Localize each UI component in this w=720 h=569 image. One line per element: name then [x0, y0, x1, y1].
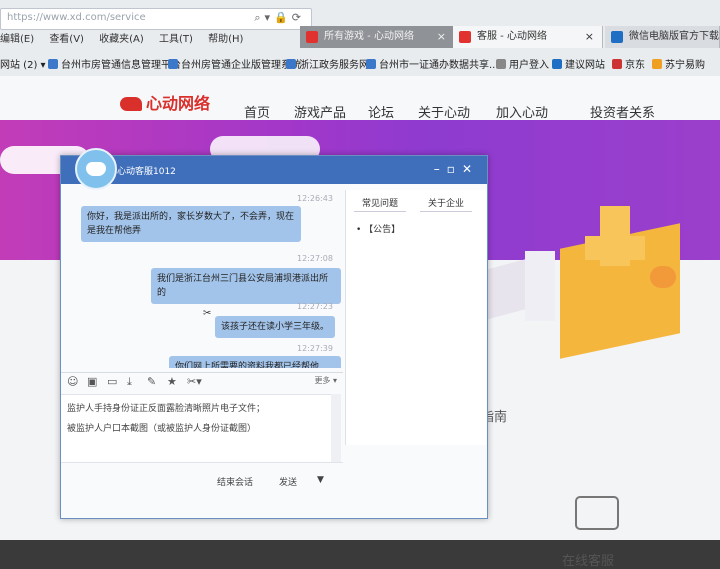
chat-side-panel: 常见问题 关于企业 • 【公告】	[345, 190, 486, 445]
menu-tools[interactable]: 工具(T)	[159, 34, 193, 45]
input-line: 被监护人户口本截图（或被监护人身份证截图）	[67, 424, 257, 434]
end-chat-button[interactable]: 结束会话	[217, 475, 253, 488]
tab-all-games[interactable]: 所有游戏 - 心动网络 ×	[300, 26, 455, 48]
star-icon[interactable]: ★	[167, 375, 177, 388]
nav-home[interactable]: 首页	[244, 102, 270, 121]
bookmark-item[interactable]: 台州市房管通信息管理平台	[48, 56, 181, 71]
mouse-cursor-icon: ✂	[203, 308, 212, 319]
page-icon	[168, 59, 178, 69]
download-icon[interactable]: ⤓	[127, 375, 132, 389]
bookmark-item[interactable]: 浙江政务服务网	[286, 56, 369, 71]
image-icon[interactable]: ▣	[87, 375, 97, 388]
bookmark-item[interactable]: 台州房管通企业版管理系统	[168, 56, 301, 71]
illustration-tower	[525, 251, 555, 321]
message-time: 12:26:43	[297, 194, 333, 203]
address-bar-icons[interactable]: ⌕▾🔒⟳	[254, 11, 305, 25]
message-time: 12:27:23	[297, 302, 333, 311]
nav-games[interactable]: 游戏产品	[294, 102, 346, 121]
agent-avatar	[75, 148, 117, 190]
menu-edit[interactable]: 编辑(E)	[0, 34, 34, 45]
tab-label: 所有游戏 - 心动网络	[324, 31, 414, 42]
bookmark-item[interactable]: 京东	[612, 56, 645, 71]
tab-about-company[interactable]: 关于企业	[420, 194, 473, 212]
nav-join[interactable]: 加入心动	[496, 102, 548, 121]
announcement-link[interactable]: • 【公告】	[356, 222, 400, 235]
bookmark-item[interactable]: 建议网站	[552, 56, 605, 71]
illustration-cross	[585, 236, 645, 260]
nav-forum[interactable]: 论坛	[368, 102, 394, 121]
chat-footer: 结束会话 发送 ▼	[61, 462, 343, 493]
folder-icon[interactable]: ▭	[107, 375, 117, 388]
nav-investors[interactable]: 投资者关系	[590, 102, 655, 121]
page-icon	[48, 59, 58, 69]
xd-favicon-icon	[306, 31, 318, 43]
message-list[interactable]: 12:26:43 你好，我是派出所的，家长岁数大了，不会弄，现在是我在帮他弄 1…	[65, 190, 341, 368]
more-button[interactable]: 更多 ▾	[314, 375, 337, 386]
page-icon	[366, 59, 376, 69]
page-icon	[496, 59, 506, 69]
tab-service[interactable]: 客服 - 心动网络 ×	[453, 26, 603, 48]
menu-favorites[interactable]: 收藏夹(A)	[99, 34, 144, 45]
page-icon	[286, 59, 296, 69]
emoji-icon[interactable]: ☺	[67, 375, 78, 388]
agent-name: 心动客服1012	[117, 167, 176, 177]
chat-bubble-icon[interactable]	[575, 496, 619, 530]
tab-faq[interactable]: 常见问题	[354, 194, 407, 212]
close-icon[interactable]: ✕	[462, 162, 479, 176]
tab-label: 客服 - 心动网络	[477, 31, 547, 42]
illustration-mascot	[650, 266, 676, 288]
chat-window: 心动客服1012 –▫✕ 12:26:43 你好，我是派出所的，家长岁数大了，不…	[60, 148, 488, 519]
chat-toolbar: ☺ ▣ ▭ ⤓ ✎ ★ ✂▾ 更多 ▾	[61, 372, 343, 391]
input-scrollbar[interactable]	[331, 394, 341, 462]
jd-icon	[612, 59, 622, 69]
suning-icon	[652, 59, 662, 69]
message-bubble: 你们网上所需要的资料我都已经帮他备？	[169, 356, 341, 368]
edit-icon[interactable]: ✎	[147, 375, 156, 388]
message-bubble: 你好，我是派出所的，家长岁数大了，不会弄，现在是我在帮他弄	[81, 206, 301, 242]
xd-logo-icon	[120, 97, 142, 111]
site-logo[interactable]: 心动网络	[120, 90, 210, 114]
tab-close-icon[interactable]: ×	[585, 26, 594, 48]
menu-bar: 编辑(E) 查看(V) 收藏夹(A) 工具(T) 帮助(H)	[0, 30, 255, 48]
url-text[interactable]: https://www.xd.com/service	[7, 12, 146, 23]
send-button[interactable]: 发送	[279, 475, 297, 488]
message-time: 12:27:08	[297, 254, 333, 263]
tab-wechat[interactable]: 微信电脑版官方下载 -	[605, 26, 720, 48]
bookmarks-bar: 网站 (2) ▾ 台州市房管通信息管理平台 台州房管通企业版管理系统 浙江政务服…	[0, 52, 720, 74]
nav-about[interactable]: 关于心动	[418, 102, 470, 121]
menu-help[interactable]: 帮助(H)	[208, 34, 243, 45]
scissors-icon[interactable]: ✂▾	[187, 375, 202, 388]
bookmark-sites[interactable]: 网站 (2) ▾	[0, 56, 46, 71]
message-time: 12:27:39	[297, 344, 333, 353]
menu-view[interactable]: 查看(V)	[49, 34, 84, 45]
message-input[interactable]: 监护人手持身份证正反面露脸清晰照片电子文件； 被监护人户口本截图（或被监护人身份…	[61, 394, 331, 463]
send-options-icon[interactable]: ▼	[317, 475, 324, 485]
bing-icon	[552, 59, 562, 69]
tab-label: 微信电脑版官方下载 -	[629, 31, 720, 42]
minimize-icon[interactable]: –	[434, 162, 447, 176]
bing-favicon-icon	[611, 31, 623, 43]
message-bubble: 该孩子还在读小学三年级。	[215, 316, 336, 338]
address-bar[interactable]: https://www.xd.com/service ⌕▾🔒⟳	[0, 8, 312, 30]
tab-close-icon[interactable]: ×	[437, 26, 446, 48]
online-service-link[interactable]: 在线客服	[562, 550, 614, 569]
window-controls[interactable]: –▫✕	[434, 162, 479, 176]
chat-titlebar[interactable]: 心动客服1012 –▫✕	[61, 148, 487, 190]
site-header: 心动网络 首页 游戏产品 论坛 关于心动 加入心动 投资者关系	[0, 76, 720, 124]
bookmark-item[interactable]: 台州市一证通办数据共享...	[366, 56, 499, 71]
xd-favicon-icon	[459, 31, 471, 43]
message-bubble: 我们是浙江台州三门县公安局浦坝港派出所的	[151, 268, 341, 304]
bookmark-item[interactable]: 苏宁易购	[652, 56, 705, 71]
bookmark-item[interactable]: 用户登入	[496, 56, 549, 71]
maximize-icon[interactable]: ▫	[447, 162, 462, 176]
input-line: 监护人手持身份证正反面露脸清晰照片电子文件；	[67, 404, 266, 414]
